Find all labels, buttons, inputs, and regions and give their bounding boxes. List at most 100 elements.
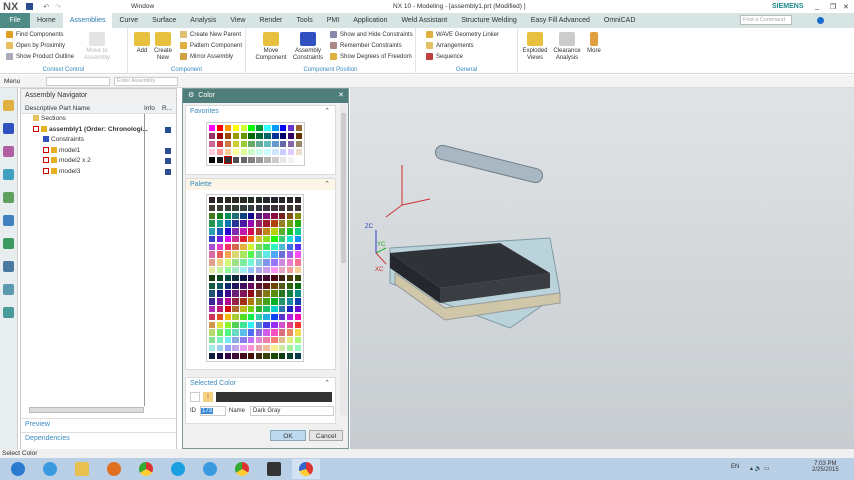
favorite-swatch[interactable] (280, 132, 287, 140)
favorite-swatch[interactable] (256, 148, 263, 156)
palette-swatch[interactable] (271, 298, 278, 305)
favorite-swatch[interactable] (209, 132, 216, 140)
favorite-swatch[interactable] (248, 148, 255, 156)
window-menu[interactable]: Window (131, 3, 154, 10)
favorite-swatch[interactable] (256, 132, 263, 140)
favorite-swatch[interactable] (224, 140, 232, 148)
favorite-swatch[interactable] (216, 148, 224, 156)
palette-swatch[interactable] (286, 267, 294, 274)
palette-swatch[interactable] (294, 235, 301, 243)
palette-swatch[interactable] (240, 329, 247, 336)
palette-swatch[interactable] (255, 259, 263, 266)
palette-swatch[interactable] (294, 329, 301, 336)
undo-icon[interactable]: ↶ (43, 3, 49, 11)
tree-row[interactable]: Constraints (21, 135, 176, 146)
arrangements-button[interactable]: Arrangements (426, 42, 474, 49)
palette-swatch[interactable] (294, 344, 301, 352)
tab-assemblies[interactable]: Assemblies (62, 13, 113, 28)
favorite-swatch[interactable] (216, 125, 224, 132)
palette-swatch[interactable] (224, 204, 231, 212)
tab-structure-welding[interactable]: Structure Welding (454, 13, 524, 28)
collapse-icon[interactable]: ⌃ (324, 378, 330, 389)
palette-swatch[interactable] (216, 305, 224, 313)
palette-swatch[interactable] (232, 243, 239, 251)
favorite-swatch[interactable] (232, 132, 240, 140)
palette-swatch[interactable] (255, 313, 263, 321)
assembly-combo[interactable]: Enter Assembly (114, 76, 178, 86)
palette-swatch[interactable] (216, 220, 224, 227)
palette-swatch[interactable] (224, 313, 231, 321)
palette-swatch[interactable] (216, 228, 224, 235)
palette-swatch[interactable] (286, 329, 294, 336)
palette-swatch[interactable] (209, 212, 216, 219)
palette-swatch[interactable] (209, 197, 216, 204)
favorite-swatch[interactable] (295, 140, 303, 148)
favorite-swatch[interactable] (295, 125, 303, 132)
favorite-swatch[interactable] (280, 140, 287, 148)
palette-swatch[interactable] (271, 212, 278, 219)
palette-swatch[interactable] (263, 290, 270, 297)
palette-swatch[interactable] (294, 267, 301, 274)
palette-swatch[interactable] (240, 259, 247, 266)
visibility-checkbox[interactable] (43, 146, 49, 153)
palette-swatch[interactable] (247, 305, 255, 313)
palette-swatch[interactable] (224, 282, 231, 289)
id-spinner[interactable]: 173 (200, 406, 226, 416)
palette-swatch[interactable] (247, 204, 255, 212)
favorite-swatch[interactable] (232, 156, 240, 163)
minimize-button[interactable]: _ (815, 3, 819, 10)
palette-swatch[interactable] (271, 267, 278, 274)
palette-swatch[interactable] (247, 344, 255, 352)
move-to-assembly-button[interactable]: Move to Assembly (84, 32, 110, 62)
favorite-swatch[interactable] (224, 148, 232, 156)
favorite-swatch[interactable] (248, 156, 255, 163)
palette-swatch[interactable] (240, 337, 247, 344)
palette-swatch[interactable] (209, 337, 216, 344)
palette-swatch[interactable] (209, 274, 216, 282)
favorite-swatch[interactable] (209, 125, 216, 132)
favorite-swatch[interactable] (216, 132, 224, 140)
tree-row[interactable]: model2 x 2 (21, 156, 176, 167)
palette-swatch[interactable] (271, 290, 278, 297)
taskbar-nx[interactable] (292, 459, 320, 479)
favorite-swatch[interactable] (224, 132, 232, 140)
ok-button[interactable]: OK (270, 430, 306, 441)
palette-swatch[interactable] (247, 197, 255, 204)
palette-swatch[interactable] (240, 313, 247, 321)
horizontal-scrollbar[interactable] (29, 407, 144, 413)
palette-swatch[interactable] (232, 321, 239, 328)
system-materials-tab-icon[interactable] (3, 261, 14, 272)
favorite-swatch[interactable] (209, 148, 216, 156)
favorite-swatch[interactable] (232, 125, 240, 132)
palette-swatch[interactable] (271, 251, 278, 258)
palette-swatch[interactable] (216, 197, 224, 204)
palette-swatch[interactable] (279, 344, 286, 352)
palette-swatch[interactable] (294, 259, 301, 266)
palette-swatch[interactable] (224, 337, 231, 344)
palette-swatch[interactable] (263, 282, 270, 289)
palette-swatch[interactable] (263, 267, 270, 274)
palette-swatch[interactable] (216, 212, 224, 219)
palette-swatch[interactable] (263, 251, 270, 258)
palette-swatch[interactable] (216, 243, 224, 251)
palette-swatch[interactable] (224, 259, 231, 266)
favorite-swatch[interactable] (272, 125, 279, 132)
palette-swatch[interactable] (294, 321, 301, 328)
palette-swatch[interactable] (255, 274, 263, 282)
show-product-outline-button[interactable]: Show Product Outline (6, 53, 74, 60)
palette-swatch[interactable] (232, 352, 239, 360)
selection-filter-combo[interactable] (46, 76, 110, 86)
visibility-checkbox[interactable] (43, 167, 49, 174)
palette-swatch[interactable] (271, 197, 278, 204)
taskbar-ie2[interactable] (196, 459, 224, 479)
favorite-swatch[interactable] (240, 132, 247, 140)
favorite-swatch[interactable] (287, 148, 295, 156)
palette-swatch[interactable] (279, 305, 286, 313)
palette-swatch[interactable] (224, 352, 231, 360)
palette-swatch[interactable] (286, 251, 294, 258)
palette-swatch[interactable] (240, 305, 247, 313)
palette-swatch[interactable] (240, 344, 247, 352)
tree-row[interactable]: Sections (21, 114, 176, 125)
open-by-proximity-button[interactable]: Open by Proximity (6, 42, 65, 49)
palette-swatch[interactable] (232, 259, 239, 266)
